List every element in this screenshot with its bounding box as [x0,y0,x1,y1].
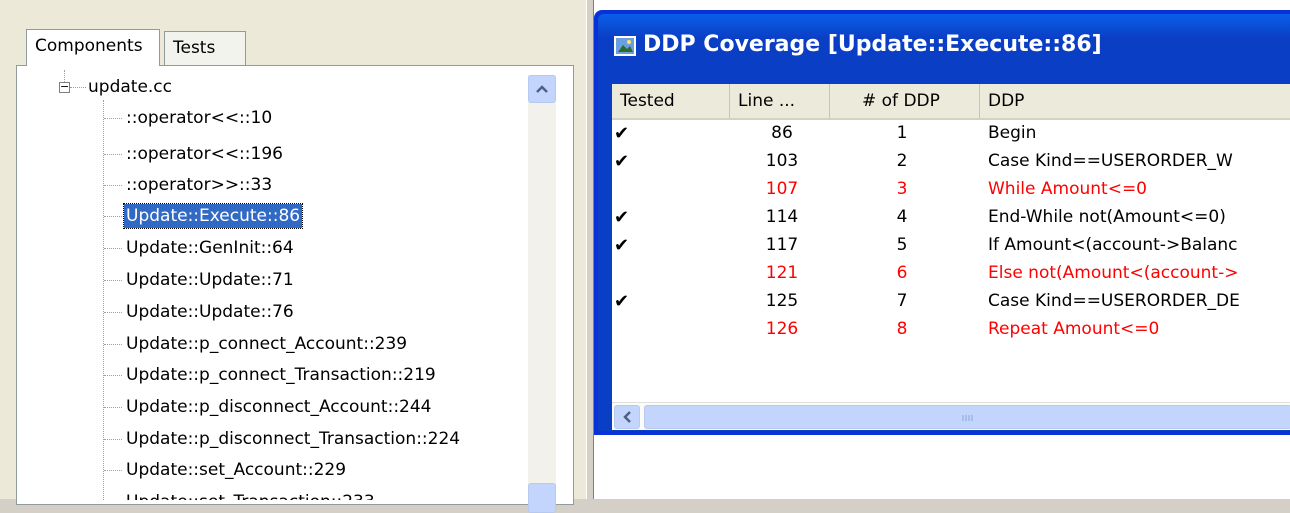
cell-ddp: End-While not(Amount<=0) [988,207,1226,227]
list-row[interactable]: ✔ 103 2 Case Kind==USERORDER_W [612,148,1290,175]
collapse-toggle-icon[interactable]: − [59,81,70,93]
cell-num-ddp: 4 [896,207,908,227]
checkmark-icon: ✔ [614,207,630,228]
column-header-ddp[interactable]: DDP [980,84,1290,118]
list-row[interactable]: ✔ 125 7 Case Kind==USERORDER_DE [612,288,1290,315]
cell-line: 107 [765,179,799,199]
list-header: Tested Line ... # of DDP DDP [612,84,1290,120]
list-row-untested[interactable]: 121 6 Else not(Amount<(account-> [612,260,1290,287]
cell-ddp: Case Kind==USERORDER_W [988,151,1233,171]
column-header-num-ddp[interactable]: # of DDP [830,84,980,118]
tree-item[interactable]: Update::set_Account::229 [124,458,348,482]
horizontal-scroll-thumb[interactable] [644,405,1290,429]
tree-vertical-scrollbar[interactable] [528,75,556,513]
panel-splitter[interactable] [586,0,594,499]
tree-item[interactable]: ::operator<<::196 [124,142,285,166]
cell-ddp: Else not(Amount<(account-> [988,263,1239,283]
cell-ddp: While Amount<=0 [988,179,1148,199]
list-row-untested[interactable]: 126 8 Repeat Amount<=0 [612,316,1290,343]
cell-ddp: Case Kind==USERORDER_DE [988,291,1240,311]
chevron-left-icon [623,411,631,423]
list-row[interactable]: ✔ 86 1 Begin [612,120,1290,147]
scroll-thumb[interactable] [528,483,556,513]
tree-item[interactable]: Update::p_disconnect_Account::244 [124,395,434,419]
tree-connector [104,344,122,345]
scroll-up-button[interactable] [528,75,556,103]
tree-connector [104,118,122,119]
tree-connector [104,154,122,155]
checkmark-icon: ✔ [614,151,630,172]
tree-item[interactable]: ::operator<<::10 [124,106,274,130]
ddp-coverage-window: DDP Coverage [Update::Execute::86] Teste… [594,10,1290,435]
cell-line: 117 [765,235,799,255]
tree-item-selected[interactable]: Update::Execute::86 [122,203,304,229]
ddp-list[interactable]: Tested Line ... # of DDP DDP ✔ 86 1 Begi… [612,84,1290,430]
tree-item[interactable]: Update::Update::71 [124,268,296,292]
grip-icon [962,415,973,421]
cell-num-ddp: 7 [896,291,908,311]
list-row[interactable]: ✔ 117 5 If Amount<(account->Balanc [612,232,1290,259]
window-title: DDP Coverage [Update::Execute::86] [643,32,1102,57]
cell-ddp: Repeat Amount<=0 [988,319,1160,339]
list-row[interactable]: ✔ 114 4 End-While not(Amount<=0) [612,204,1290,231]
cell-line: 125 [765,291,799,311]
tree-connector [104,280,122,281]
checkmark-icon: ✔ [614,291,630,312]
tab-tests[interactable]: Tests [164,31,246,65]
tree-item[interactable]: Update::Update::76 [124,300,296,324]
cell-line: 126 [765,319,799,339]
tree-item[interactable]: ::operator>>::33 [124,173,274,197]
tree-connector [104,216,122,217]
tree-item[interactable]: Update::p_connect_Account::239 [124,332,409,356]
tree-item[interactable]: Update::p_connect_Transaction::219 [124,363,438,387]
cell-num-ddp: 3 [896,179,908,199]
list-horizontal-scrollbar[interactable] [612,402,1290,430]
tree-connector [103,100,104,500]
components-panel: Tests Components − update.cc ::operator<… [0,0,586,513]
cell-ddp: If Amount<(account->Balanc [988,235,1238,255]
list-row-untested[interactable]: 107 3 While Amount<=0 [612,176,1290,203]
cell-num-ddp: 1 [896,123,908,143]
tree-item[interactable]: Update::p_disconnect_Transaction::224 [124,427,462,451]
cell-num-ddp: 8 [896,319,908,339]
scroll-left-button[interactable] [614,405,640,429]
column-header-tested[interactable]: Tested [612,84,730,118]
chevron-up-icon [536,85,548,93]
cell-line: 114 [765,207,799,227]
tree-connector [104,312,122,313]
cell-num-ddp: 5 [896,235,908,255]
checkmark-icon: ✔ [614,235,630,256]
tree-connector [70,87,86,88]
tree-connector [104,248,122,249]
image-window-icon [614,36,636,56]
tree-connector [104,407,122,408]
cell-num-ddp: 2 [896,151,908,171]
tree-connector [104,375,122,376]
tree-connector [104,470,122,471]
cell-line: 86 [771,123,793,143]
tree-connector [104,185,122,186]
window-title-bar[interactable]: DDP Coverage [Update::Execute::86] [598,14,1290,76]
checkmark-icon: ✔ [614,123,630,144]
tree-root-update-cc[interactable]: update.cc [88,76,172,98]
cell-line: 103 [765,151,799,171]
tree-connector [104,439,122,440]
component-tree[interactable]: − update.cc ::operator<<::10 ::operator<… [22,70,530,500]
tree-item[interactable]: Update::GenInit::64 [124,236,296,260]
cell-num-ddp: 6 [896,263,908,283]
tab-components[interactable]: Components [26,29,160,66]
cell-line: 121 [765,263,799,283]
column-header-line[interactable]: Line ... [730,84,830,118]
cell-ddp: Begin [988,123,1037,143]
